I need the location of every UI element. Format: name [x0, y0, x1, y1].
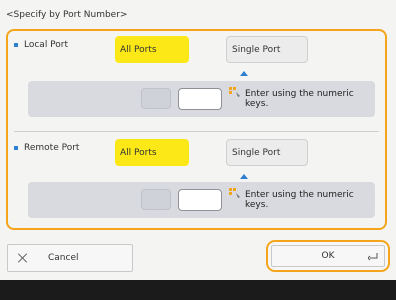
ok-button[interactable]: OK	[271, 245, 385, 267]
ok-label: OK	[321, 251, 335, 261]
ok-button-focus-ring: OK	[266, 240, 390, 272]
numeric-keypad-icon	[229, 87, 240, 97]
numeric-keys-hint-text: Enter using the numeric keys.	[245, 190, 354, 210]
local-port-section: Local Port All Ports Single Port Enter u…	[8, 31, 385, 130]
local-port-label-row: Local Port	[14, 40, 68, 50]
pointer-arrow-icon	[240, 71, 248, 76]
remote-single-port-button[interactable]: Single Port	[226, 139, 308, 166]
local-single-port-button[interactable]: Single Port	[226, 36, 308, 63]
pointer-arrow-icon	[240, 174, 248, 179]
local-port-input[interactable]	[178, 88, 222, 110]
cancel-button[interactable]: Cancel	[7, 244, 133, 272]
numeric-keys-hint-text: Enter using the numeric keys.	[245, 89, 354, 109]
remote-all-ports-button[interactable]: All Ports	[115, 139, 189, 166]
remote-port-label: Remote Port	[24, 143, 80, 153]
local-port-label: Local Port	[24, 40, 69, 50]
remote-port-key-box	[141, 189, 171, 210]
bottom-status-bar	[0, 280, 396, 300]
remote-port-input[interactable]	[178, 189, 222, 211]
bullet-icon	[14, 146, 18, 150]
bullet-icon	[14, 43, 18, 47]
local-all-ports-button[interactable]: All Ports	[115, 36, 189, 63]
numeric-keypad-icon	[229, 188, 240, 198]
local-port-key-box	[141, 88, 171, 109]
close-icon	[18, 253, 28, 263]
port-settings-panel: Local Port All Ports Single Port Enter u…	[6, 29, 387, 230]
local-port-entry-strip: Enter using the numeric keys.	[28, 81, 375, 117]
remote-port-entry-strip: Enter using the numeric keys.	[28, 182, 375, 218]
remote-port-section: Remote Port All Ports Single Port Enter …	[8, 134, 385, 230]
cancel-label: Cancel	[48, 253, 79, 263]
remote-port-label-row: Remote Port	[14, 143, 79, 153]
page-title: <Specify by Port Number>	[6, 10, 128, 20]
section-divider	[14, 131, 379, 132]
enter-icon	[368, 253, 378, 261]
